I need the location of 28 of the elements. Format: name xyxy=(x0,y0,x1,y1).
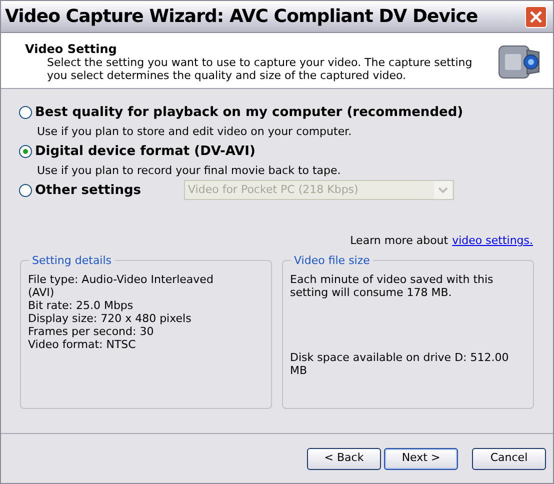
disk-space-text: Disk space available on drive D: 512.00 MB xyxy=(290,350,510,376)
video-settings-link[interactable]: video settings. xyxy=(452,233,533,250)
detail-line: File type: Audio-Video Interleaved (AVI) xyxy=(28,272,214,298)
header-description: Select the setting you want to use to capture your video. The capture setting you select determines the quality and size of the captured video. xyxy=(46,56,474,82)
window-title: Video Capture Wizard: AVC Compliant DV Device xyxy=(5,8,478,26)
option-label[interactable]: Other settings xyxy=(35,184,142,196)
dropdown-value: Video for Pocket PC (218 Kbps) xyxy=(188,182,358,198)
radio-button[interactable] xyxy=(19,106,32,118)
wizard-button[interactable]: Cancel xyxy=(472,448,546,470)
learn-more-text: Learn more about xyxy=(350,233,448,249)
wizard-button[interactable]: Next > xyxy=(384,448,458,470)
wizard-button[interactable]: < Back xyxy=(307,448,381,470)
option-label[interactable]: Best quality for playback on my computer (recommended) xyxy=(35,106,464,118)
option-description: Use if you plan to store and edit video on your computer. xyxy=(36,125,353,138)
close-button[interactable] xyxy=(525,6,547,28)
radio-button[interactable] xyxy=(19,144,32,158)
chevron-down-icon xyxy=(434,181,452,199)
file-size-estimate: Each minute of video saved with this setting will consume 178 MB. xyxy=(290,272,494,298)
radio-button[interactable] xyxy=(19,184,32,196)
option-description: Use if you plan to record your final movie back to tape. xyxy=(36,164,342,177)
detail-line: Frames per second: 30 xyxy=(28,324,155,338)
header-title: Video Setting xyxy=(25,42,118,56)
detail-line: Bit rate: 25.0 Mbps xyxy=(28,298,134,312)
close-icon xyxy=(530,10,542,22)
option-label[interactable]: Digital device format (DV-AVI) xyxy=(35,144,256,158)
detail-line: Video format: NTSC xyxy=(28,338,137,350)
group-title: Setting details xyxy=(29,252,115,269)
detail-line: Display size: 720 x 480 pixels xyxy=(28,312,192,324)
